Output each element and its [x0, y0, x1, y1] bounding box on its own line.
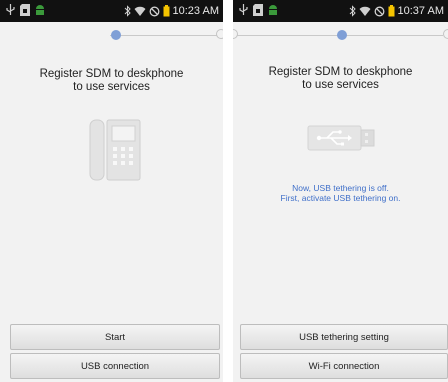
android-debug-icon	[269, 5, 277, 15]
title-line-1: Register SDM to deskphone	[39, 68, 184, 80]
sd-card-icon	[20, 4, 30, 16]
usb-connection-button[interactable]: USB connection	[10, 353, 220, 379]
status-time: 10:37 AM	[397, 5, 444, 17]
step-dot-next	[443, 29, 448, 39]
title-line-2: to use services	[302, 79, 379, 91]
start-button[interactable]: Start	[10, 324, 220, 350]
usb-notification-icon	[239, 4, 248, 15]
android-debug-icon	[36, 5, 44, 15]
status-bar: 10:37 AM	[233, 0, 448, 22]
wifi-connection-button[interactable]: Wi-Fi connection	[240, 353, 448, 379]
bluetooth-icon	[124, 5, 131, 17]
usb-icon	[307, 125, 375, 151]
status-bar: 10:23 AM	[0, 0, 223, 22]
usb-notification-icon	[6, 4, 15, 15]
no-signal-icon	[149, 6, 159, 16]
bluetooth-icon	[349, 5, 356, 17]
no-signal-icon	[374, 6, 384, 16]
title-line-2: to use services	[73, 81, 150, 93]
screen-left: 10:23 AM Register SDM to deskphone to us…	[0, 0, 223, 382]
step-dot-active	[111, 30, 121, 40]
wifi-icon	[359, 6, 371, 16]
step-dot-previous	[233, 29, 238, 39]
title-line-1: Register SDM to deskphone	[268, 66, 413, 78]
step-dot-active	[337, 30, 347, 40]
step-indicator	[233, 28, 448, 42]
sd-card-icon	[253, 4, 263, 16]
wifi-icon	[134, 6, 146, 16]
page-title: Register SDM to deskphone to use service…	[233, 66, 448, 92]
notice-line-2: First, activate USB tethering on.	[280, 193, 401, 203]
usb-tethering-notice: Now, USB tethering is off. First, activa…	[233, 183, 448, 203]
battery-icon	[163, 5, 170, 17]
deskphone-icon	[89, 119, 141, 181]
step-indicator	[0, 28, 223, 42]
battery-icon	[388, 5, 395, 17]
screen-right: 10:37 AM Register SDM to deskphone to us…	[233, 0, 448, 382]
usb-tethering-setting-button[interactable]: USB tethering setting	[240, 324, 448, 350]
status-time: 10:23 AM	[172, 5, 219, 17]
page-title: Register SDM to deskphone to use service…	[0, 68, 223, 94]
notice-line-1: Now, USB tethering is off.	[292, 183, 389, 193]
step-dot-next	[216, 29, 223, 39]
